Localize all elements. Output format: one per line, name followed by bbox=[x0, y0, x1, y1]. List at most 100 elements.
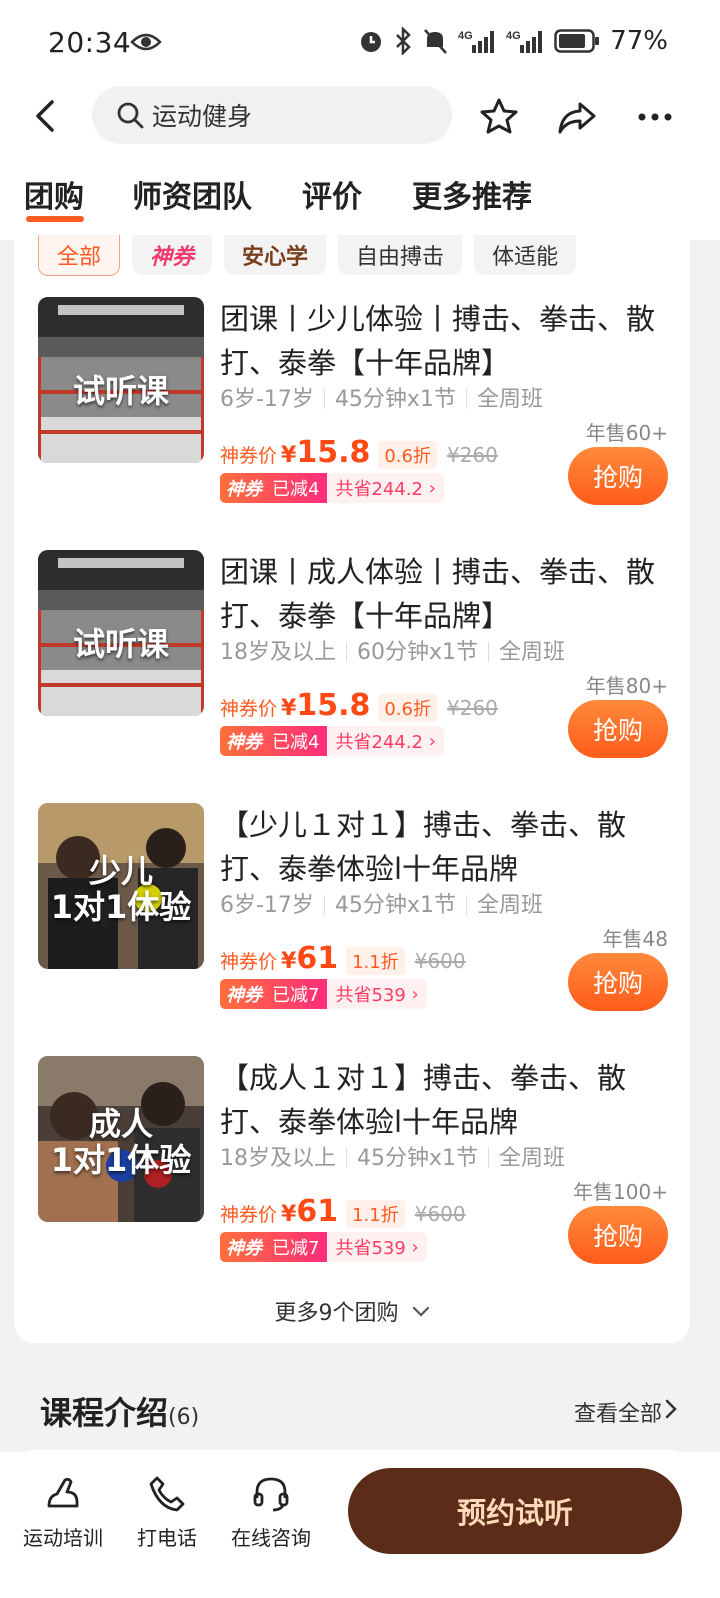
promo-savings: 共省539 › bbox=[327, 1232, 427, 1262]
thumb-caption: 试听课 bbox=[72, 625, 169, 663]
promo-savings: 共省539 › bbox=[327, 979, 427, 1009]
course-count: (6) bbox=[168, 1405, 200, 1430]
promo-row[interactable]: 神券 已减4 共省244.2 › bbox=[220, 473, 444, 503]
deal-thumbnail[interactable]: 试听课 bbox=[38, 550, 204, 716]
promo-row[interactable]: 神券 已减7 共省539 › bbox=[220, 979, 427, 1009]
back-icon[interactable] bbox=[28, 96, 64, 136]
eye-icon bbox=[130, 33, 162, 51]
sold-count: 年售100+ bbox=[573, 1180, 668, 1204]
share-icon[interactable] bbox=[556, 96, 598, 138]
phone-icon bbox=[149, 1476, 185, 1512]
deal-title[interactable]: 【成人１对１】搏击、拳击、散打、泰拳体验l十年品牌 bbox=[220, 1056, 680, 1144]
deal-title[interactable]: 团课丨成人体验丨搏击、拳击、散打、泰拳【十年品牌】 bbox=[220, 550, 680, 638]
star-icon[interactable] bbox=[478, 96, 520, 138]
status-icons: 4G 4G 77% bbox=[358, 26, 668, 56]
meta-age: 6岁-17岁 bbox=[220, 387, 314, 412]
filter-anxinxue[interactable]: 安心学 bbox=[224, 235, 327, 275]
price-label: 神券价 bbox=[220, 951, 278, 973]
promo-row[interactable]: 神券 已减4 共省244.2 › bbox=[220, 726, 444, 756]
deal-meta: 6岁-17岁 45分钟x1节 全周班 bbox=[220, 381, 543, 413]
svg-text:4G: 4G bbox=[506, 30, 521, 42]
sports-training-button[interactable]: 运动培训 bbox=[8, 1474, 118, 1551]
deal-item[interactable]: 成人 1对1体验 【成人１对１】搏击、拳击、散打、泰拳体验l十年品牌 18岁及以… bbox=[14, 1056, 690, 1296]
deal-item[interactable]: 试听课 团课丨成人体验丨搏击、拳击、散打、泰拳【十年品牌】 18岁及以上 60分钟… bbox=[14, 550, 690, 790]
bottom-action-bar: 运动培训 打电话 在线咨询 预约试听 bbox=[0, 1452, 720, 1598]
price-row: 神券价 ¥ 61 1.1折 ¥600 bbox=[220, 941, 466, 976]
buy-button[interactable]: 抢购 bbox=[568, 1206, 668, 1264]
filter-fitness[interactable]: 体适能 bbox=[474, 235, 577, 275]
call-button[interactable]: 打电话 bbox=[112, 1474, 222, 1551]
buy-button[interactable]: 抢购 bbox=[568, 953, 668, 1011]
currency-symbol: ¥ bbox=[281, 443, 297, 468]
sold-count: 年售80+ bbox=[585, 674, 668, 698]
filter-all[interactable]: 全部 bbox=[38, 235, 121, 276]
meta-age: 18岁及以上 bbox=[220, 1146, 336, 1171]
deal-title[interactable]: 团课丨少儿体验丨搏击、拳击、散打、泰拳【十年品牌】 bbox=[220, 297, 680, 385]
shenquan-tag: 神券 已减4 bbox=[220, 473, 328, 503]
chevron-right-icon bbox=[665, 1399, 677, 1419]
thumb-caption: 成人 1对1体验 bbox=[50, 1105, 192, 1179]
deal-thumbnail[interactable]: 少儿 1对1体验 bbox=[38, 803, 204, 969]
meta-duration: 45分钟x1节 bbox=[357, 1146, 479, 1171]
nav-bar: 运动健身 bbox=[0, 86, 720, 148]
tab-reviews[interactable]: 评价 bbox=[302, 172, 362, 216]
price-row: 神券价 ¥ 15.8 0.6折 ¥260 bbox=[220, 435, 498, 470]
currency-symbol: ¥ bbox=[281, 1202, 297, 1227]
search-input[interactable]: 运动健身 bbox=[92, 86, 452, 144]
deal-thumbnail[interactable]: 成人 1对1体验 bbox=[38, 1056, 204, 1222]
chevron-down-icon bbox=[412, 1306, 429, 1317]
sold-count: 年售60+ bbox=[585, 421, 668, 445]
more-icon[interactable] bbox=[634, 96, 676, 138]
original-price: ¥260 bbox=[447, 696, 498, 720]
meta-age: 18岁及以上 bbox=[220, 640, 336, 665]
deal-meta: 18岁及以上 45分钟x1节 全周班 bbox=[220, 1140, 565, 1172]
filter-kickboxing[interactable]: 自由搏击 bbox=[338, 235, 463, 275]
discount-badge: 1.1折 bbox=[346, 947, 405, 975]
price-label: 神券价 bbox=[220, 445, 278, 467]
price-value: 15.8 bbox=[296, 688, 371, 723]
shenquan-tag: 神券 已减4 bbox=[220, 726, 328, 756]
book-trial-button[interactable]: 预约试听 bbox=[348, 1468, 682, 1554]
price-row: 神券价 ¥ 15.8 0.6折 ¥260 bbox=[220, 688, 498, 723]
meta-schedule: 全周班 bbox=[499, 1146, 566, 1171]
headset-icon bbox=[253, 1477, 289, 1512]
sold-count: 年售48 bbox=[602, 927, 668, 951]
tab-teachers[interactable]: 师资团队 bbox=[132, 172, 252, 216]
deal-meta: 18岁及以上 60分钟x1节 全周班 bbox=[220, 634, 565, 666]
meta-duration: 60分钟x1节 bbox=[357, 640, 479, 665]
training-icon bbox=[47, 1477, 79, 1508]
filter-chips: 全部 神券 安心学 自由搏击 体适能 bbox=[38, 235, 577, 276]
promo-row[interactable]: 神券 已减7 共省539 › bbox=[220, 1232, 427, 1262]
deal-thumbnail[interactable]: 试听课 bbox=[38, 297, 204, 463]
more-deals-link[interactable]: 更多9个团购 bbox=[14, 1295, 690, 1327]
promo-savings: 共省244.2 › bbox=[327, 473, 444, 503]
price-label: 神券价 bbox=[220, 698, 278, 720]
price-value: 15.8 bbox=[296, 435, 371, 470]
buy-button[interactable]: 抢购 bbox=[568, 447, 668, 505]
signal-4g-icon: 4G bbox=[458, 30, 495, 53]
deal-item[interactable]: 少儿 1对1体验 【少儿１对１】搏击、拳击、散打、泰拳体验l十年品牌 6岁-17… bbox=[14, 803, 690, 1043]
original-price: ¥600 bbox=[414, 1202, 466, 1226]
tab-group-buy[interactable]: 团购 bbox=[24, 172, 84, 216]
view-all-link[interactable]: 查看全部 bbox=[574, 1396, 662, 1428]
status-time: 20:34 bbox=[48, 26, 132, 59]
tab-active-indicator bbox=[26, 216, 84, 222]
course-title-text: 课程介绍 bbox=[40, 1394, 169, 1432]
buy-button[interactable]: 抢购 bbox=[568, 700, 668, 758]
filter-shenquan[interactable]: 神券 bbox=[132, 235, 213, 275]
original-price: ¥600 bbox=[414, 949, 466, 973]
price-value: 61 bbox=[296, 941, 339, 976]
online-consult-button[interactable]: 在线咨询 bbox=[216, 1474, 326, 1551]
more-deals-label: 更多9个团购 bbox=[274, 1301, 399, 1326]
tab-more-recommend[interactable]: 更多推荐 bbox=[412, 172, 532, 216]
deal-title[interactable]: 【少儿１对１】搏击、拳击、散打、泰拳体验l十年品牌 bbox=[220, 803, 680, 891]
original-price: ¥260 bbox=[447, 443, 498, 467]
deal-meta: 6岁-17岁 45分钟x1节 全周班 bbox=[220, 887, 543, 919]
shenquan-tag: 神券 已减7 bbox=[220, 979, 328, 1009]
thumb-caption: 试听课 bbox=[72, 372, 169, 410]
meta-duration: 45分钟x1节 bbox=[334, 387, 456, 412]
deal-item[interactable]: 试听课 团课丨少儿体验丨搏击、拳击、散打、泰拳【十年品牌】 6岁-17岁 45分钟… bbox=[14, 297, 690, 537]
promo-savings: 共省244.2 › bbox=[327, 726, 444, 756]
discount-badge: 0.6折 bbox=[378, 694, 437, 722]
thumb-caption: 少儿 1对1体验 bbox=[50, 852, 192, 926]
